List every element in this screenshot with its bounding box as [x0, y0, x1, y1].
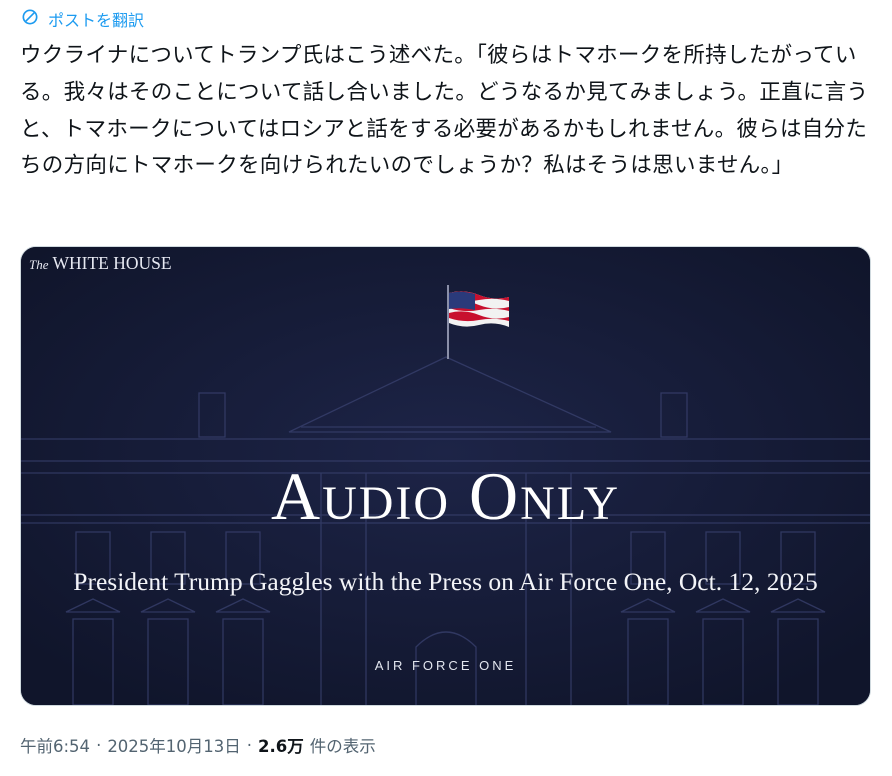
post-time-link[interactable]: 午前6:54 [20, 733, 90, 757]
card-location: AIR FORCE ONE [374, 658, 517, 673]
media-card[interactable]: The WHITE HOUSE Audio Only President Trum… [20, 246, 871, 706]
views-label: 件の表示 [309, 737, 376, 756]
post-text: ウクライナについてトランプ氏はこう述べた。「彼らはトマホークを所持したがっている… [20, 43, 869, 179]
card-headline: Audio Only [270, 458, 621, 534]
meta-separator: · [96, 735, 102, 755]
post-meta: 午前6:54 · 2025年10月13日 · 2.6万 件の表示 [20, 733, 376, 757]
translate-post-link[interactable]: ポストを翻訳 [20, 7, 144, 31]
translate-label: ポストを翻訳 [48, 11, 145, 30]
meta-separator: · [246, 735, 253, 755]
card-subtitle: President Trump Gaggles with the Press o… [73, 567, 818, 596]
post-date-link[interactable]: 2025年10月13日 [107, 733, 240, 757]
white-house-logo: The WHITE HOUSE [29, 253, 172, 273]
views-count: 2.6万 [258, 737, 304, 756]
globe-translate-icon [20, 7, 40, 31]
